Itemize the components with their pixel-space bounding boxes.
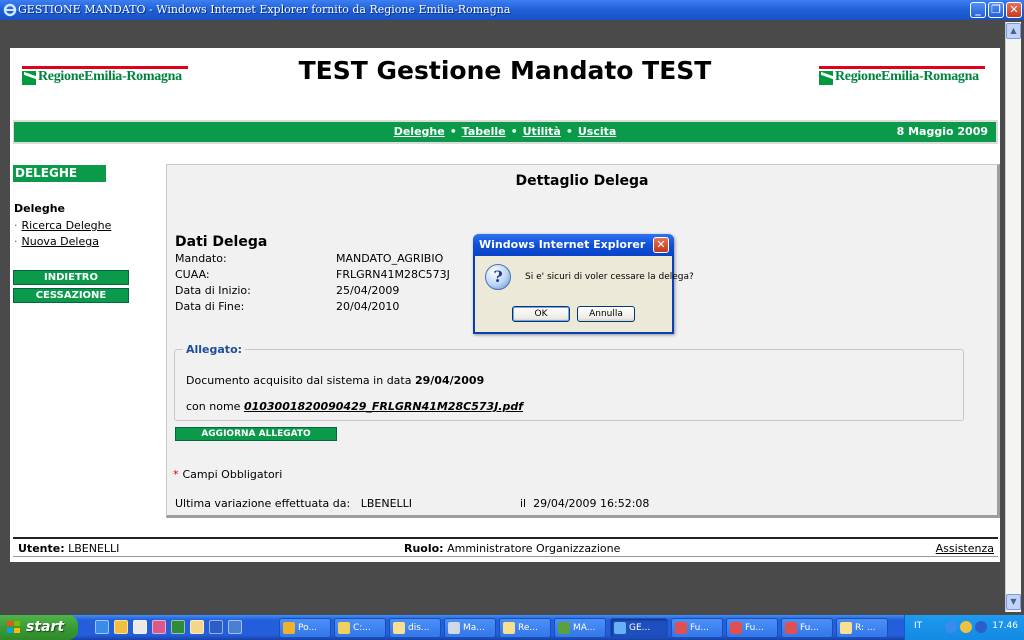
cuaa-value: FRLGRN41M28C573J [336,268,450,281]
tray-volume-icon[interactable] [975,621,987,633]
start-button[interactable]: start [0,615,78,640]
allegato-legend: Allegato: [186,343,243,356]
data-fine-value: 20/04/2010 [336,300,400,313]
mandato-label: Mandato: [175,252,227,265]
task-button-9[interactable]: Fu... [726,618,778,638]
nav-link-tabelle[interactable]: Tabelle [462,125,506,138]
data-inizio-label: Data di Inizio: [175,284,251,297]
system-tray: IT 17.46 [904,615,1024,640]
assistenza-link[interactable]: Assistenza [936,542,994,555]
question-icon: ? [485,264,511,290]
task-button-10[interactable]: Fu... [781,618,833,638]
sidebar-heading: DELEGHE [13,165,106,182]
cuaa-label: CUAA: [175,268,210,281]
detail-panel: Dettaglio Delega Dati Delega Mandato: MA… [166,164,1000,518]
aggiorna-allegato-button[interactable]: AGGIORNA ALLEGATO [175,427,337,441]
task-button-6[interactable]: MA... [554,618,606,638]
regione-logo-right: RegioneEmilia-Romagna [819,66,985,88]
user-info: Utente: LBENELLI [18,542,120,555]
sidebar-subheading: Deleghe [14,202,65,215]
quicklaunch-folder-icon[interactable] [114,620,128,634]
last-change-line: Ultima variazione effettuata da: LBENELL… [175,497,650,510]
task-button-5[interactable]: Re... [499,618,551,638]
dialog-ok-button[interactable]: OK [512,306,570,322]
close-window-button[interactable]: ✕ [1006,2,1022,18]
footer-bottom-line [13,556,998,557]
nav-link-deleghe[interactable]: Deleghe [394,125,445,138]
windows-logo-icon [7,621,21,634]
windows-taskbar: start Po... C:... dis... Ma... Re... MA.… [0,615,1024,640]
task-button-1[interactable]: Po... [279,618,331,638]
tray-clock: 17.46 [992,621,1018,631]
quicklaunch-excel-icon[interactable] [171,620,185,634]
internet-explorer-icon [3,3,17,17]
required-star: * [173,468,179,481]
dialog-title: Windows Internet Explorer [473,234,674,256]
nav-link-uscita[interactable]: Uscita [578,125,616,138]
tray-network-icon[interactable] [945,621,957,633]
quicklaunch-paint-icon[interactable] [152,620,166,634]
dialog-close-icon[interactable]: ✕ [653,237,669,253]
role-info: Ruolo: Amministratore Organizzazione [404,542,621,555]
vertical-scrollbar[interactable] [1005,22,1021,612]
data-inizio-value: 25/04/2009 [336,284,400,297]
allegato-date: 29/04/2009 [414,374,485,387]
nav-link-utilita[interactable]: Utilità [523,125,561,138]
scroll-up-arrow-icon[interactable]: ▲ [1006,23,1021,39]
nuova-delega-link[interactable]: Nuova Delega [22,235,99,248]
panel-title: Dettaglio Delega [515,173,649,189]
browser-frame-left [0,20,10,614]
quicklaunch-outlook-icon[interactable] [190,620,204,634]
allegato-name-line: con nome 0103001820090429_FRLGRN41M28C57… [186,400,523,413]
scroll-down-arrow-icon[interactable]: ▼ [1006,594,1021,610]
tray-security-icon[interactable] [960,621,972,633]
language-indicator[interactable]: IT [914,621,922,631]
sidebar-item-ricerca-deleghe: · Ricerca Deleghe [14,219,112,232]
quicklaunch-ie-icon[interactable] [95,620,109,634]
task-button-active-ie[interactable]: GE... [610,618,668,638]
section-title: Dati Delega [175,234,268,250]
quicklaunch-word-icon[interactable] [209,620,223,634]
window-title: GESTIONE MANDATO - Windows Internet Expl… [18,3,511,16]
confirm-dialog: Windows Internet Explorer ✕ ? Si e' sicu… [473,234,694,334]
top-navbar: Deleghe • Tabelle • Utilità • Uscita 8 Maggio … [14,122,996,142]
sidebar-item-nuova-delega: · Nuova Delega [14,235,99,248]
task-button-2[interactable]: C:... [334,618,386,638]
nav-links: Deleghe • Tabelle • Utilità • Uscita [393,125,617,138]
task-button-4[interactable]: Ma... [444,618,496,638]
data-fine-label: Data di Fine: [175,300,245,313]
quicklaunch-desktop-icon[interactable] [228,620,242,634]
last-change-date: 29/04/2009 16:52:08 [533,497,650,510]
indietro-button[interactable]: INDIETRO [13,270,129,285]
footer-divider [13,537,998,539]
ricerca-deleghe-link[interactable]: Ricerca Deleghe [22,219,112,232]
restore-button[interactable]: ❐ [988,2,1004,18]
allegato-acquired-line: Documento acquisito dal sistema in data … [186,374,485,387]
quicklaunch-camera-icon[interactable] [133,620,147,634]
window-title-bar: GESTIONE MANDATO - Windows Internet Expl… [0,0,1024,20]
mandato-value: MANDATO_AGRIBIO [336,252,444,265]
current-date: 8 Maggio 2009 [896,125,988,138]
dialog-cancel-button[interactable]: Annulla [577,306,635,322]
cessazione-button[interactable]: CESSAZIONE [13,288,129,303]
minimize-button[interactable]: _ [970,2,986,18]
allegato-fieldset: Allegato: Documento acquisito dal sistem… [174,343,964,421]
dialog-message: Si e' sicuri di voler cessare la delega? [525,272,694,282]
last-change-user: LBENELLI [360,497,413,510]
allegato-file-link[interactable]: 0103001820090429_FRLGRN41M28C573J.pdf [244,400,523,413]
task-button-8[interactable]: Fu... [671,618,723,638]
task-button-3[interactable]: dis... [389,618,441,638]
required-fields-note: * Campi Obbligatori [173,468,283,481]
task-button-11[interactable]: R: ... [836,618,888,638]
